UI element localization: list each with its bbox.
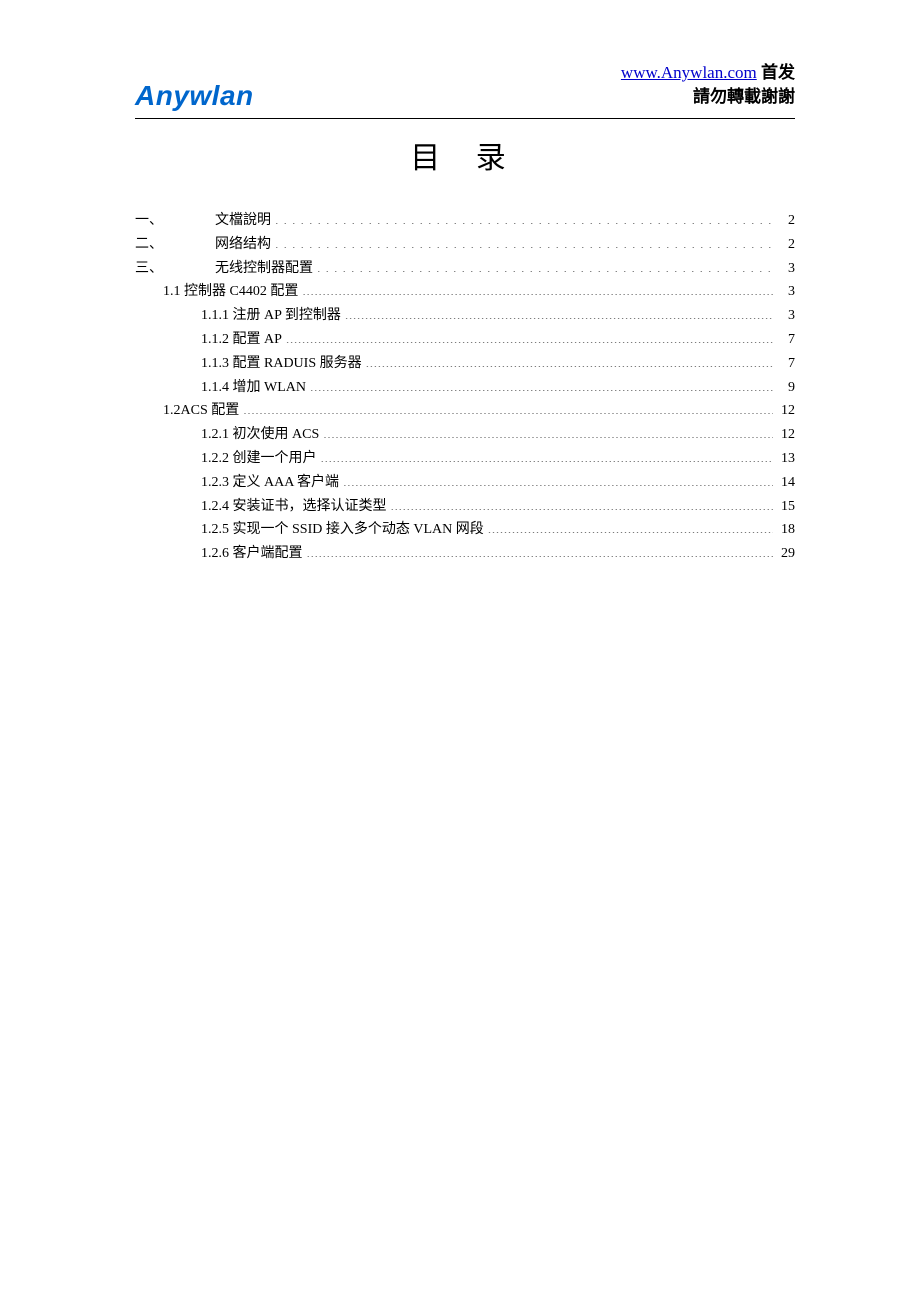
toc-entry-label: 1.2.1 初次使用 ACS [201, 423, 319, 447]
toc-leader [345, 305, 773, 319]
toc-leader [243, 400, 773, 414]
toc-entry-label: 1.2.4 安装证书，选择认证类型 [201, 495, 387, 519]
toc-entry-page: 3 [777, 280, 795, 304]
toc-entry-page: 7 [777, 352, 795, 376]
toc-entry[interactable]: 1.2.3 定义 AAA 客户端 14 [135, 471, 795, 495]
toc-entry-label: 1.1.3 配置 RADUIS 服务器 [201, 352, 362, 376]
toc-leader [275, 234, 773, 248]
document-page: Anywlan www.Anywlan.com 首发 請勿轉載謝謝 目 录 一、… [0, 0, 920, 1302]
header-right-block: www.Anywlan.com 首发 請勿轉載謝謝 [621, 61, 795, 110]
toc-entry-label: 1.1.2 配置 AP [201, 328, 282, 352]
toc-leader [286, 329, 773, 343]
toc-entry-label: 1.2.3 定义 AAA 客户端 [201, 471, 339, 495]
toc-entry[interactable]: 1.1.2 配置 AP 7 [135, 328, 795, 352]
toc-entry[interactable]: 1.1.1 注册 AP 到控制器 3 [135, 304, 795, 328]
page-header: Anywlan www.Anywlan.com 首发 請勿轉載謝謝 [135, 80, 795, 119]
toc-leader [275, 210, 773, 224]
toc-entry-label: 1.1.4 增加 WLAN [201, 376, 306, 400]
toc-entry-page: 12 [777, 423, 795, 447]
toc-leader [307, 543, 774, 557]
toc-entry-page: 3 [777, 257, 795, 281]
toc-entry-page: 29 [777, 542, 795, 566]
toc-entry-page: 2 [777, 233, 795, 257]
toc-entry-label: 1.2.2 创建一个用户 [201, 447, 317, 471]
toc-entry-page: 12 [777, 399, 795, 423]
toc-entry-page: 9 [777, 376, 795, 400]
table-of-contents: 一、文檔說明2二、网络结构2三、无线控制器配置31.1 控制器 C4402 配置… [135, 209, 795, 566]
toc-entry-label: 1.1.1 注册 AP 到控制器 [201, 304, 341, 328]
toc-leader [391, 496, 774, 510]
toc-entry[interactable]: 1.2.2 创建一个用户 13 [135, 447, 795, 471]
toc-leader [488, 519, 773, 533]
toc-entry-page: 18 [777, 518, 795, 542]
toc-leader [302, 281, 773, 295]
toc-title: 目 录 [135, 133, 795, 177]
toc-leader [366, 353, 773, 367]
toc-entry-label: 1.2ACS 配置 [163, 399, 239, 423]
toc-entry-number: 一、 [135, 209, 163, 233]
toc-entry-label: 1.1 控制器 C4402 配置 [163, 280, 298, 304]
toc-entry[interactable]: 二、 网络结构 2 [135, 233, 795, 257]
toc-leader [321, 448, 774, 462]
toc-entry-label: 文檔說明 [215, 209, 271, 233]
toc-entry[interactable]: 三、 无线控制器配置 3 [135, 257, 795, 281]
toc-entry[interactable]: 1.2ACS 配置 12 [135, 399, 795, 423]
toc-entry-label: 1.2.5 实现一个 SSID 接入多个动态 VLAN 网段 [201, 518, 484, 542]
toc-entry[interactable]: 1.2.1 初次使用 ACS 12 [135, 423, 795, 447]
toc-entry[interactable]: 一、 文檔說明 2 [135, 209, 795, 233]
toc-entry-page: 13 [777, 447, 795, 471]
toc-entry[interactable]: 1.1.4 增加 WLAN 9 [135, 376, 795, 400]
toc-entry[interactable]: 1.2.5 实现一个 SSID 接入多个动态 VLAN 网段 18 [135, 518, 795, 542]
toc-entry-page: 3 [777, 304, 795, 328]
toc-entry-page: 2 [777, 209, 795, 233]
toc-leader [323, 424, 773, 438]
reprint-notice: 請勿轉載謝謝 [621, 85, 795, 110]
toc-entry-label: 1.2.6 客户端配置 [201, 542, 303, 566]
toc-entry-number: 二、 [135, 233, 163, 257]
toc-entry[interactable]: 1.2.4 安装证书，选择认证类型 15 [135, 495, 795, 519]
toc-entry[interactable]: 1.2.6 客户端配置 29 [135, 542, 795, 566]
source-suffix: 首发 [761, 63, 795, 82]
toc-entry[interactable]: 1.1.3 配置 RADUIS 服务器 7 [135, 352, 795, 376]
toc-entry-label: 网络结构 [215, 233, 271, 257]
toc-entry-page: 14 [777, 471, 795, 495]
source-url-link[interactable]: www.Anywlan.com [621, 63, 757, 82]
toc-entry-page: 7 [777, 328, 795, 352]
toc-entry[interactable]: 1.1 控制器 C4402 配置 3 [135, 280, 795, 304]
toc-leader [317, 258, 773, 272]
toc-leader [343, 472, 773, 486]
toc-entry-number: 三、 [135, 257, 163, 281]
source-line: www.Anywlan.com 首发 [621, 61, 795, 86]
toc-leader [310, 377, 773, 391]
toc-entry-page: 15 [777, 495, 795, 519]
toc-entry-label: 无线控制器配置 [215, 257, 313, 281]
